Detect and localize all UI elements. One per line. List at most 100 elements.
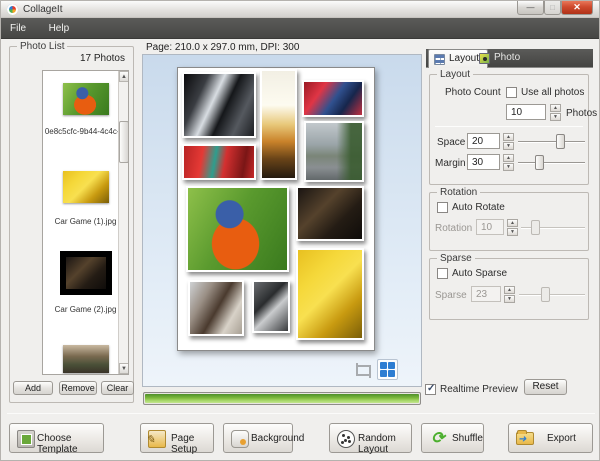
shuffle-arrows-icon: ⟳	[429, 430, 447, 448]
sparse-input	[471, 286, 501, 302]
app-window: CollageIt — □ ✕ File Help Photo List 17 …	[0, 0, 600, 461]
auto-rotate-checkbox[interactable]	[437, 202, 448, 213]
margin-stepper[interactable]: ▲▼	[503, 154, 514, 171]
sparse-group-label: Sparse	[437, 253, 475, 264]
collage-photo-graffiti-car[interactable]	[182, 144, 256, 180]
menu-help[interactable]: Help	[40, 19, 79, 34]
photo-filename: 0e8c5cfc-9b44-4c4c-...	[43, 127, 128, 136]
photo-list-scrollbar[interactable]: ▲ ▼	[118, 71, 128, 374]
page-setup-button[interactable]: Page Setup	[140, 423, 214, 453]
random-layout-label: Random Layout	[358, 433, 411, 455]
remove-button[interactable]: Remove	[59, 381, 97, 395]
export-label: Export	[547, 433, 576, 444]
photo-count-stepper[interactable]: ▲▼	[550, 104, 561, 121]
choose-template-button[interactable]: Choose Template	[9, 423, 104, 453]
photo-thumbnail-wreck	[66, 257, 106, 289]
collage-page	[177, 67, 375, 351]
collage-photo-gray-car[interactable]	[252, 280, 290, 333]
random-dots-icon	[337, 430, 355, 448]
collage-photo-yellow-car[interactable]	[296, 248, 364, 340]
page-setup-label: Page Setup	[171, 433, 213, 455]
template-icon	[17, 430, 35, 448]
choose-template-label: Choose Template	[37, 433, 103, 455]
add-button[interactable]: Add	[13, 381, 53, 395]
minimize-button[interactable]: —	[517, 1, 544, 15]
photo-count-text: 17 Photos	[80, 53, 125, 64]
collage-photo-lorikeet-bird[interactable]	[186, 186, 289, 272]
space-input[interactable]	[467, 133, 500, 149]
export-folder-icon	[516, 432, 534, 445]
clear-button[interactable]: Clear	[101, 381, 134, 395]
close-button[interactable]: ✕	[561, 1, 593, 15]
space-stepper[interactable]: ▲▼	[503, 133, 514, 150]
maximize-button: □	[544, 1, 561, 15]
background-button[interactable]: Background	[223, 423, 293, 453]
sparse-slider	[519, 286, 585, 303]
right-panel-tabs: Layout Photo	[426, 49, 593, 68]
page-info-text: Page: 210.0 x 297.0 mm, DPI: 300	[146, 42, 299, 53]
layout-group-label: Layout	[437, 69, 473, 80]
collage-photo-wrecked-car[interactable]	[296, 186, 364, 241]
collage-photo-crash-smoke[interactable]	[188, 280, 244, 336]
scrollbar-thumb[interactable]	[119, 121, 129, 163]
background-label: Background	[251, 433, 304, 444]
rotation-input	[476, 219, 504, 235]
margin-slider[interactable]	[518, 154, 585, 171]
scroll-down-icon[interactable]: ▼	[119, 363, 129, 374]
photo-filename: Car Game (2).jpg	[43, 305, 128, 314]
photo-count-input[interactable]	[506, 104, 546, 120]
progress-bar	[143, 392, 421, 405]
photo-list[interactable]: 0e8c5cfc-9b44-4c4c-... Car Game (1).jpg …	[42, 70, 129, 375]
auto-sparse-checkbox[interactable]	[437, 268, 448, 279]
collage-photo-red-blue[interactable]	[302, 80, 364, 117]
realtime-preview-checkbox[interactable]	[425, 384, 436, 395]
space-label: Space	[437, 137, 465, 148]
space-slider[interactable]	[518, 133, 585, 150]
tab-photo[interactable]: Photo	[474, 49, 528, 68]
realtime-preview-label: Realtime Preview	[440, 384, 518, 395]
margin-input[interactable]	[467, 154, 500, 170]
collage-photo-race-car-dark[interactable]	[182, 72, 256, 138]
menu-file[interactable]: File	[1, 19, 35, 34]
shuffle-label: Shuffle	[452, 433, 483, 444]
collage-photo-rally-car[interactable]	[260, 69, 297, 180]
page-setup-icon	[148, 430, 166, 448]
auto-sparse-label: Auto Sparse	[452, 268, 507, 279]
use-all-photos-checkbox[interactable]	[506, 87, 517, 98]
divider	[435, 126, 583, 127]
reset-button[interactable]: Reset	[524, 379, 567, 395]
photo-thumbnail-forest	[63, 345, 109, 373]
window-title: CollageIt	[23, 4, 62, 15]
tab-photo-label: Photo	[494, 52, 520, 63]
export-button[interactable]: Export	[508, 423, 593, 453]
rotation-stepper: ▲▼	[507, 219, 518, 236]
sparse-label: Sparse	[435, 290, 467, 301]
random-layout-button[interactable]: Random Layout	[329, 423, 412, 453]
scroll-up-icon[interactable]: ▲	[119, 71, 129, 82]
layout-grid-icon	[434, 54, 445, 65]
fit-layout-grid-icon[interactable]	[377, 359, 398, 380]
margin-label: Margin	[435, 158, 466, 169]
photo-thumbnail-yellow-car	[63, 171, 109, 203]
sparse-stepper: ▲▼	[504, 286, 515, 303]
auto-rotate-label: Auto Rotate	[452, 202, 505, 213]
rotation-slider	[521, 219, 585, 236]
photo-list-group: Photo List 17 Photos 0e8c5cfc-9b44-4c4c-…	[9, 46, 134, 403]
crop-icon	[353, 362, 371, 380]
photo-filename: Car Game (1).jpg	[43, 217, 128, 226]
app-logo-icon	[7, 4, 18, 15]
collage-photo-mountain-road[interactable]	[304, 121, 364, 182]
photo-list-group-label: Photo List	[17, 41, 67, 52]
title-bar: CollageIt — □ ✕	[1, 1, 599, 18]
photos-label: Photos	[566, 108, 597, 119]
photo-thumbnail-bird	[63, 83, 109, 115]
rotation-group-label: Rotation	[437, 187, 480, 198]
use-all-photos-label: Use all photos	[521, 87, 584, 98]
rotation-label: Rotation	[435, 223, 472, 234]
photo-count-label: Photo Count	[445, 87, 501, 98]
photo-icon	[479, 53, 490, 64]
shuffle-button[interactable]: ⟳ Shuffle	[421, 423, 484, 453]
progress-bar-fill	[145, 394, 419, 403]
divider	[7, 413, 595, 414]
background-icon	[231, 430, 249, 448]
